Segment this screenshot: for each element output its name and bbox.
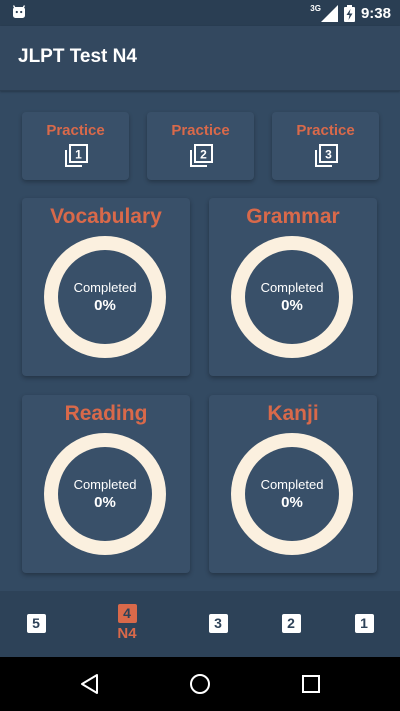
practice-number: 2	[200, 148, 207, 162]
vocabulary-card[interactable]: Vocabulary Completed 0%	[22, 198, 190, 376]
back-icon[interactable]	[76, 670, 104, 698]
progress-value: 0%	[94, 494, 116, 511]
signal-icon	[320, 4, 338, 22]
progress-ring: Completed 0%	[231, 433, 353, 555]
status-time: 9:38	[360, 4, 391, 22]
level-tab-n3[interactable]: 3	[188, 591, 248, 657]
level-selector: 5 4 N4 3 2 1	[0, 591, 400, 657]
practice-1-button[interactable]: Practice 1	[22, 112, 129, 180]
practice-label: Practice	[46, 122, 105, 139]
level-tab-n5[interactable]: 5	[6, 591, 66, 657]
practice-number: 1	[75, 148, 82, 162]
progress-value: 0%	[281, 494, 303, 511]
progress-caption: Completed	[260, 477, 324, 492]
level-badge: 2	[281, 614, 301, 633]
level-badge: 4	[117, 604, 137, 623]
battery-charging-icon	[343, 4, 355, 22]
progress-ring: Completed 0%	[44, 433, 166, 555]
progress-value: 0%	[94, 297, 116, 314]
level-badge: 5	[26, 614, 46, 633]
progress-caption: Completed	[260, 280, 324, 295]
grammar-card[interactable]: Grammar Completed 0%	[209, 198, 377, 376]
section-title: Grammar	[246, 205, 340, 228]
progress-caption: Completed	[73, 280, 137, 295]
filter-2-icon: 2	[189, 144, 213, 167]
app-bar: JLPT Test N4	[0, 26, 400, 91]
section-title: Reading	[64, 402, 148, 425]
kanji-card[interactable]: Kanji Completed 0%	[209, 395, 377, 573]
practice-number: 3	[325, 148, 332, 162]
level-tab-n1[interactable]: 1	[334, 591, 394, 657]
network-type: 3G	[310, 3, 321, 13]
filter-1-icon: 1	[64, 144, 88, 167]
practice-label: Practice	[296, 122, 355, 139]
progress-value: 0%	[281, 297, 303, 314]
section-title: Kanji	[267, 402, 319, 425]
practice-label: Practice	[171, 122, 230, 139]
system-nav-bar	[0, 657, 400, 711]
level-tab-n4[interactable]: 4 N4	[97, 591, 157, 657]
progress-ring: Completed 0%	[231, 236, 353, 358]
reading-card[interactable]: Reading Completed 0%	[22, 395, 190, 573]
level-badge: 1	[354, 614, 374, 633]
practice-2-button[interactable]: Practice 2	[147, 112, 254, 180]
level-badge: 3	[208, 614, 228, 633]
level-tab-n2[interactable]: 2	[261, 591, 321, 657]
section-title: Vocabulary	[50, 205, 162, 228]
level-label: N4	[117, 625, 137, 642]
progress-caption: Completed	[73, 477, 137, 492]
progress-ring: Completed 0%	[44, 236, 166, 358]
page-title: JLPT Test N4	[18, 46, 137, 67]
practice-3-button[interactable]: Practice 3	[272, 112, 379, 180]
filter-3-icon: 3	[314, 144, 338, 167]
recents-icon[interactable]	[297, 670, 325, 698]
status-bar: 3G 9:38	[0, 0, 400, 26]
home-icon[interactable]	[186, 670, 214, 698]
android-debug-icon	[12, 5, 26, 18]
